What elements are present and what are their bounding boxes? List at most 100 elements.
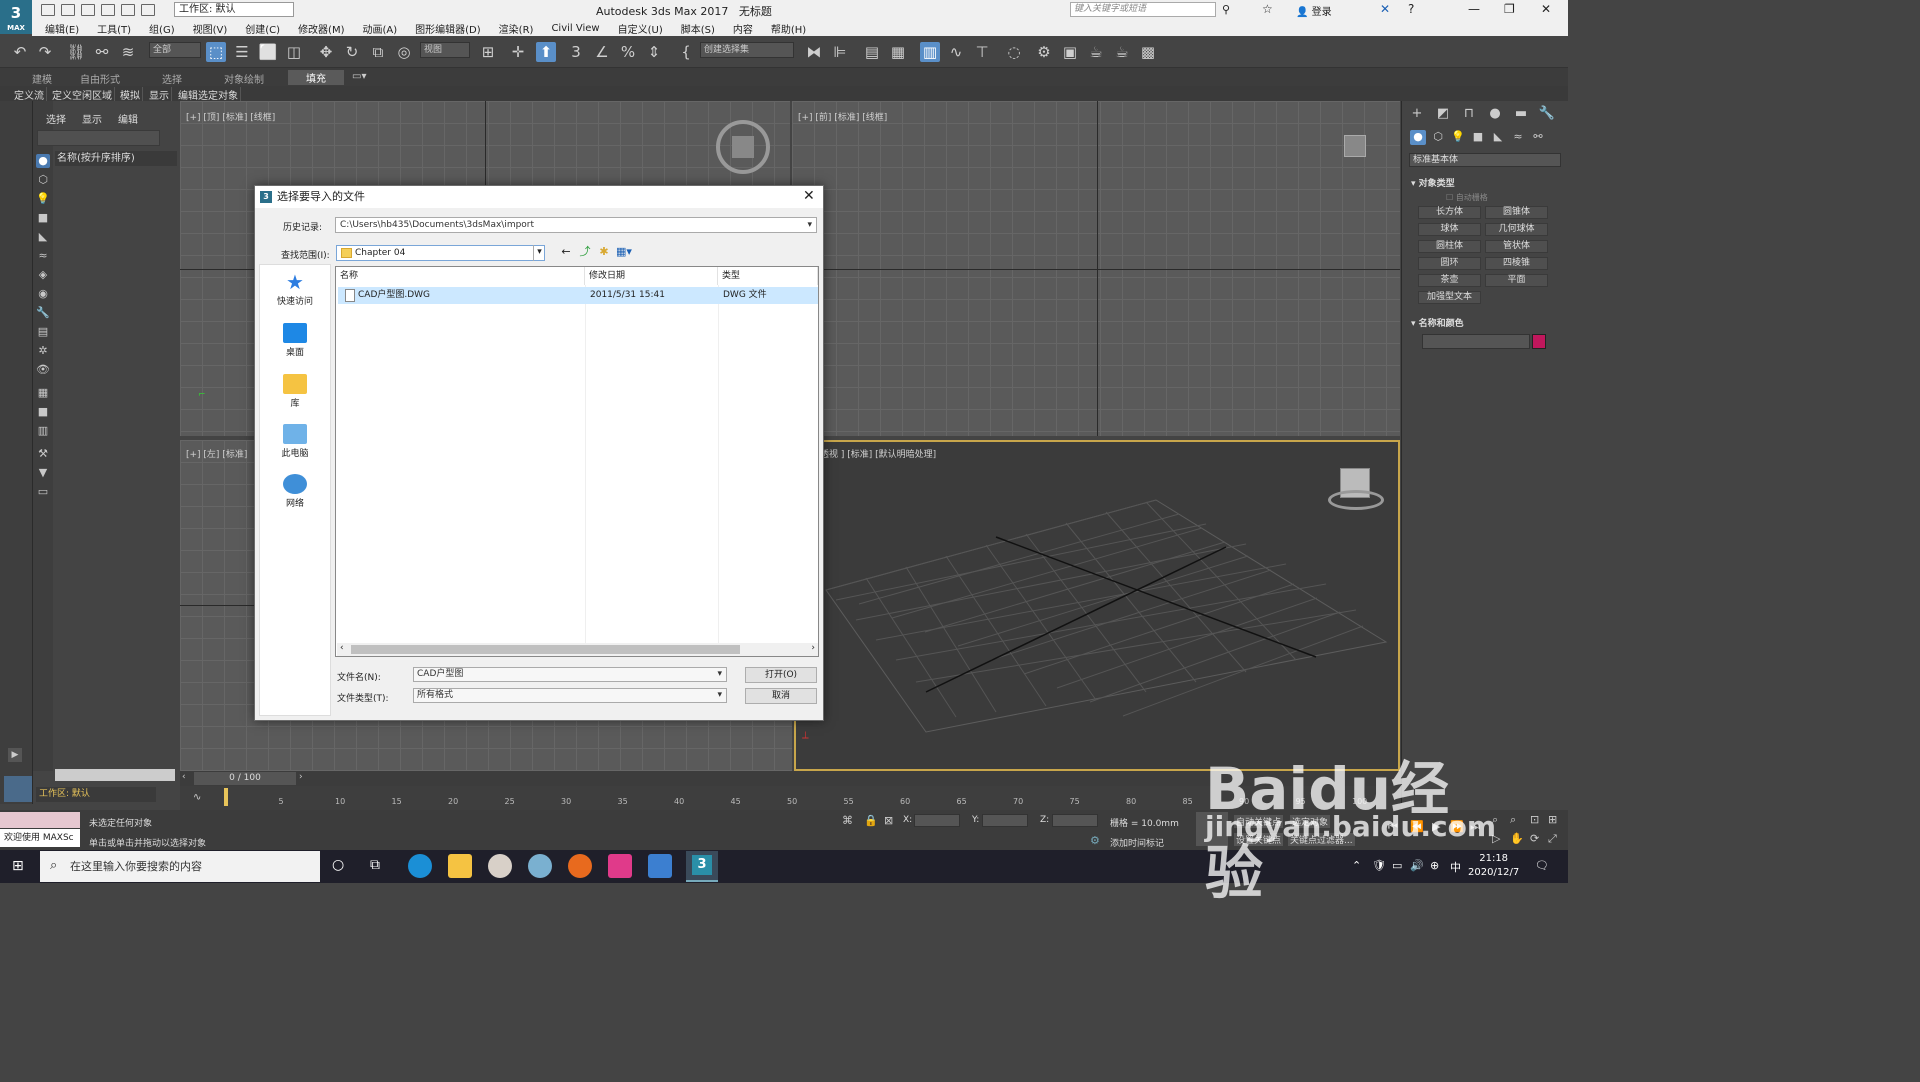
display-children-icon[interactable]: ▦	[36, 386, 50, 400]
firefox-icon[interactable]	[568, 854, 592, 878]
box-button[interactable]: 长方体	[1418, 206, 1481, 219]
maxscript-listener-mini[interactable]	[0, 812, 80, 828]
named-selection-dropdown[interactable]: 创建选择集	[700, 42, 794, 58]
keyboard-shortcut-override-icon[interactable]: ⬆	[536, 42, 556, 62]
display-bones-icon[interactable]: 🔧	[36, 306, 50, 320]
torus-button[interactable]: 圆环	[1418, 257, 1481, 270]
viewport-layout-icon[interactable]	[4, 776, 32, 802]
viewport-left-label[interactable]: [+] [左] [标准]	[186, 447, 247, 460]
toggle-ribbon-icon[interactable]: ▥	[920, 42, 940, 62]
isolate-icon[interactable]: ⌘	[842, 814, 853, 827]
history-dropdown[interactable]: C:\Users\hb435\Documents\3dsMax\import ▾	[335, 217, 817, 233]
explorer-horizontal-scrollbar[interactable]	[55, 769, 175, 781]
render-iterative-icon[interactable]: ☕	[1112, 42, 1132, 62]
layer-icon[interactable]: ▭	[36, 485, 50, 499]
place-icon[interactable]: ◎	[394, 42, 414, 62]
pivot-center-icon[interactable]: ⊞	[478, 42, 498, 62]
spacewarps-icon[interactable]: ≈	[1510, 130, 1526, 145]
task-view-icon[interactable]: ⧉	[370, 857, 380, 873]
help-icon[interactable]: ?	[1408, 2, 1414, 16]
edge-browser-icon[interactable]	[408, 854, 432, 878]
tube-button[interactable]: 管状体	[1485, 240, 1548, 253]
schematic-view-icon[interactable]: ⊤	[972, 42, 992, 62]
primitive-type-dropdown[interactable]: 标准基本体	[1409, 153, 1561, 167]
display-influences-icon[interactable]: ■	[36, 405, 50, 419]
reference-coordinate-dropdown[interactable]: 视图	[420, 42, 470, 58]
image-app-icon[interactable]	[528, 854, 552, 878]
notifications-icon[interactable]: 🗨	[1535, 859, 1549, 872]
binoculars-icon[interactable]: ⚲	[1222, 3, 1230, 16]
new-folder-icon[interactable]: ✱	[597, 245, 611, 259]
snap-toggle-icon[interactable]: 3	[566, 42, 586, 62]
search-input[interactable]: 键入关键字或短语	[1070, 2, 1216, 17]
pan-icon[interactable]: ✋	[1510, 832, 1524, 845]
explorer-search-input[interactable]	[37, 130, 160, 146]
mirror-icon[interactable]: ⧓	[804, 42, 824, 62]
modify-tab-icon[interactable]: ◩	[1434, 106, 1452, 122]
place-network[interactable]: 网络	[259, 474, 331, 509]
maximize-button[interactable]: ❐	[1504, 2, 1515, 16]
align-icon[interactable]: ⊫	[830, 42, 850, 62]
angle-snap-icon[interactable]: ∠	[592, 42, 612, 62]
slider-left-icon[interactable]: ‹	[182, 772, 186, 782]
new-file-icon[interactable]	[41, 4, 55, 16]
menu-customize[interactable]: 自定义(U)	[618, 21, 663, 36]
unlink-icon[interactable]: ⚯	[92, 42, 112, 62]
plane-button[interactable]: 平面	[1485, 274, 1548, 287]
column-header-name[interactable]: 名称	[336, 267, 585, 285]
y-coordinate-input[interactable]	[982, 814, 1028, 827]
ribbon-tab-freeform[interactable]: 自由形式	[80, 71, 120, 86]
rectangular-selection-icon[interactable]: ⬜	[258, 42, 278, 62]
viewport-top-label[interactable]: [+] [顶] [标准] [线框]	[186, 110, 275, 123]
lock-icon[interactable]: 🔒	[864, 814, 878, 827]
mini-curve-editor-icon[interactable]: ∿	[193, 792, 201, 803]
display-tab-icon[interactable]: ▬	[1512, 106, 1530, 122]
display-cameras-icon[interactable]: ■	[36, 211, 50, 225]
display-groups-icon[interactable]: ◈	[36, 268, 50, 282]
ribbon-define-flows[interactable]: 定义流	[12, 87, 47, 102]
view-menu-icon[interactable]: ▦▾	[616, 245, 632, 259]
place-quick-access[interactable]: ★ 快速访问	[259, 272, 331, 307]
display-lights-icon[interactable]: 💡	[36, 192, 50, 206]
menu-group[interactable]: 组(G)	[149, 21, 175, 36]
display-spacewarps-icon[interactable]: ≈	[36, 249, 50, 263]
menu-help[interactable]: 帮助(H)	[771, 21, 806, 36]
curve-editor-icon[interactable]: ∿	[946, 42, 966, 62]
file-list[interactable]: 名称 修改日期 类型 CAD户型图.DWG 2011/5/31 15:41 DW…	[335, 266, 819, 657]
display-dependencies-icon[interactable]: ▥	[36, 424, 50, 438]
edit-named-selection-icon[interactable]: {	[676, 42, 696, 62]
menu-rendering[interactable]: 渲染(R)	[499, 21, 534, 36]
expand-arrow-icon[interactable]: ▶	[8, 748, 22, 762]
orbit-icon[interactable]: ⟳	[1530, 832, 1539, 845]
explorer-tab-edit[interactable]: 编辑	[118, 111, 138, 126]
ribbon-tab-object-paint[interactable]: 对象绘制	[224, 71, 264, 86]
autogrid-checkbox[interactable]: ☐ 自动栅格	[1446, 192, 1488, 203]
minimize-button[interactable]: —	[1468, 2, 1480, 16]
hammer-icon[interactable]: ⚒	[36, 447, 50, 461]
file-explorer-icon[interactable]	[448, 854, 472, 878]
ribbon-tab-modeling[interactable]: 建模	[32, 71, 52, 86]
helpers-icon[interactable]: ◣	[1490, 130, 1506, 145]
explorer-tab-display[interactable]: 显示	[82, 111, 102, 126]
close-window-button[interactable]: ✕	[1541, 2, 1551, 16]
taskbar-search-input[interactable]: 在这里输入你要搜索的内容	[40, 851, 320, 882]
menu-scripting[interactable]: 脚本(S)	[681, 21, 715, 36]
place-libraries[interactable]: 库	[259, 374, 331, 409]
pyramid-button[interactable]: 四棱锥	[1485, 257, 1548, 270]
maximize-viewport-icon[interactable]: ⤢	[1548, 832, 1557, 846]
column-header-type[interactable]: 类型	[718, 267, 818, 285]
sketch-app-icon[interactable]	[648, 854, 672, 878]
zoom-extents-all-icon[interactable]: ⊞	[1548, 813, 1557, 826]
open-file-icon[interactable]	[61, 4, 75, 16]
explorer-name-column[interactable]: 名称(按升序排序)	[55, 151, 177, 166]
redo-icon[interactable]	[121, 4, 135, 16]
paint-app-icon[interactable]	[488, 854, 512, 878]
ribbon-tab-selection[interactable]: 选择	[162, 71, 182, 86]
menu-graph-editors[interactable]: 图形编辑器(D)	[415, 21, 481, 36]
display-xrefs-icon[interactable]: ◉	[36, 287, 50, 301]
scroll-left-icon[interactable]: ‹	[340, 643, 344, 653]
percent-snap-icon[interactable]: %	[618, 42, 638, 62]
add-time-tag[interactable]: 添加时间标记	[1110, 836, 1164, 849]
zoom-all-icon[interactable]: ⌕	[1510, 813, 1516, 827]
hierarchy-tab-icon[interactable]: ⊓	[1460, 106, 1478, 122]
